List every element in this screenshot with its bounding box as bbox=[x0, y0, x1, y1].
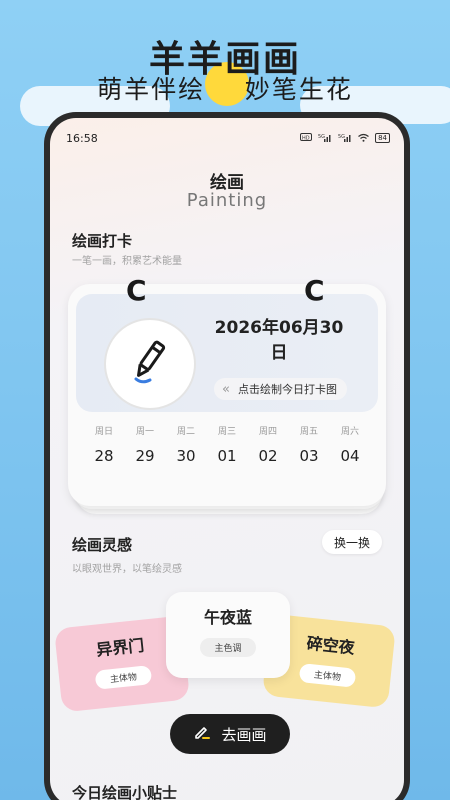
tips-section-title: 今日绘画小贴士 bbox=[72, 784, 178, 800]
draw-hint-label: 点击绘制今日打卡图 bbox=[237, 383, 337, 396]
binder-clip-icon: C bbox=[126, 274, 147, 307]
battery-icon: 84 bbox=[375, 133, 390, 143]
svg-text:5G: 5G bbox=[338, 134, 345, 140]
day-label: 周三 bbox=[217, 427, 236, 437]
phone-frame: 16:58 HD 5G 5G 84 绘画 Painting 绘画打卡 一笔一画，… bbox=[44, 112, 410, 800]
pencil-icon bbox=[132, 339, 168, 389]
5g-signal-icon: 5G bbox=[338, 133, 352, 144]
swap-button[interactable]: 换一换 bbox=[321, 530, 382, 554]
wifi-icon bbox=[358, 133, 369, 144]
go-draw-button[interactable]: 去画画 bbox=[170, 714, 290, 754]
week-day[interactable]: 周一 29 bbox=[131, 424, 159, 465]
checkin-card-header: 2026年06月30日 « 点击绘制今日打卡图 bbox=[76, 294, 378, 412]
day-label: 周一 bbox=[135, 427, 154, 437]
app-screen: 16:58 HD 5G 5G 84 绘画 Painting 绘画打卡 一笔一画，… bbox=[50, 118, 404, 800]
draw-checkin-button[interactable] bbox=[104, 318, 196, 410]
day-number: 28 bbox=[94, 447, 114, 465]
day-label: 周日 bbox=[94, 427, 113, 437]
page-subtitle: Painting bbox=[186, 190, 268, 211]
hd-icon: HD bbox=[300, 133, 313, 143]
checkin-date: 2026年06月30日 bbox=[214, 318, 344, 363]
day-label: 周四 bbox=[258, 427, 277, 437]
inspiration-card-title: 午夜蓝 bbox=[203, 608, 252, 627]
checkin-section-desc: 一笔一画，积累艺术能量 bbox=[72, 256, 182, 267]
inspiration-card[interactable]: 午夜蓝 主色调 bbox=[166, 592, 290, 678]
week-day[interactable]: 周二 30 bbox=[172, 424, 200, 465]
double-chevron-left-icon: « bbox=[222, 381, 230, 397]
day-label: 周五 bbox=[299, 427, 318, 437]
week-day[interactable]: 周三 01 bbox=[213, 424, 241, 465]
checkin-section-title: 绘画打卡 bbox=[72, 232, 133, 250]
day-label: 周二 bbox=[176, 427, 195, 437]
day-number: 30 bbox=[176, 447, 196, 465]
checkin-card: 2026年06月30日 « 点击绘制今日打卡图 C C 周日 28 周一 29 周二… bbox=[68, 274, 386, 506]
draw-hint-button[interactable]: « 点击绘制今日打卡图 bbox=[214, 378, 347, 400]
inspiration-card-tag: 主体物 bbox=[95, 665, 152, 690]
svg-text:5G: 5G bbox=[318, 134, 325, 140]
inspiration-card-tag: 主色调 bbox=[200, 638, 256, 657]
day-label: 周六 bbox=[340, 427, 359, 437]
week-strip: 周日 28 周一 29 周二 30 周三 01 周四 02 周五 03 周六 04 bbox=[76, 424, 378, 465]
binder-clip-icon: C bbox=[304, 274, 325, 307]
status-icons: HD 5G 5G 84 bbox=[300, 133, 390, 144]
inspiration-card-tag: 主体物 bbox=[299, 663, 356, 688]
promo-subtitle: 萌羊伴绘 妙笔生花 bbox=[97, 75, 353, 104]
day-number: 02 bbox=[258, 447, 278, 465]
week-day[interactable]: 周六 04 bbox=[336, 424, 364, 465]
inspiration-section-desc: 以眼观世界，以笔绘灵感 bbox=[72, 564, 182, 575]
inspiration-section-title: 绘画灵感 bbox=[72, 536, 133, 554]
week-day[interactable]: 周日 28 bbox=[90, 424, 118, 465]
day-number: 03 bbox=[299, 447, 319, 465]
go-draw-label: 去画画 bbox=[221, 725, 267, 744]
day-number: 01 bbox=[217, 447, 237, 465]
week-day[interactable]: 周四 02 bbox=[254, 424, 282, 465]
status-time: 16:58 bbox=[66, 131, 98, 145]
5g-signal-icon: 5G bbox=[318, 133, 332, 144]
pen-write-icon bbox=[193, 723, 211, 745]
status-bar: 16:58 HD 5G 5G 84 bbox=[66, 130, 390, 146]
day-number: 04 bbox=[340, 447, 360, 465]
week-day[interactable]: 周五 03 bbox=[295, 424, 323, 465]
day-number: 29 bbox=[135, 447, 155, 465]
svg-text:HD: HD bbox=[302, 135, 310, 141]
